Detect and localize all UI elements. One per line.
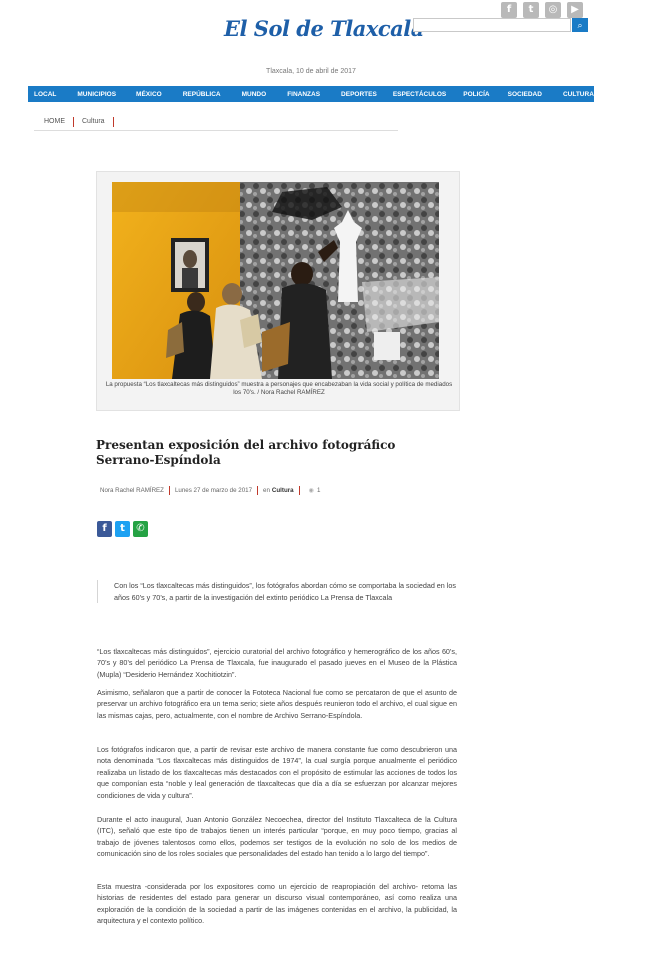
social-links: f t ◎ ▶ [501, 2, 583, 18]
article-title: Presentan exposición del archivo fotográ… [96, 438, 396, 467]
article-lead: Con los “Los tlaxcaltecas más distinguid… [97, 580, 457, 603]
current-date: Tlaxcala, 10 de abril de 2017 [266, 68, 356, 75]
article-meta: Nora Rachel RAMÍREZ Lunes 27 de marzo de… [100, 486, 320, 495]
share-buttons: f t ✆ [97, 521, 148, 537]
nav-item-cultura[interactable]: CULTURA [563, 91, 594, 98]
twitter-icon[interactable]: t [523, 2, 539, 18]
nav-item-municipios[interactable]: MUNICIPIOS [77, 91, 116, 98]
article-photo[interactable] [112, 182, 439, 379]
meta-divider [298, 486, 300, 495]
nav-item-local[interactable]: LOCAL [34, 91, 56, 98]
breadcrumb: HOME Cultura [34, 113, 398, 131]
nav-item-policia[interactable]: POLICÍA [463, 91, 489, 98]
nav-item-opinion[interactable]: OPINIÓN [614, 91, 641, 98]
breadcrumb-home[interactable]: HOME [44, 118, 65, 125]
meta-divider [257, 486, 259, 495]
search-input[interactable] [413, 18, 571, 32]
article-author[interactable]: Nora Rachel RAMÍREZ [100, 487, 164, 494]
search-button[interactable]: ⌕ [572, 18, 588, 32]
nav-item-espectaculos[interactable]: ESPECTÁCULOS [393, 91, 446, 98]
nav-item-republica[interactable]: REPÚBLICA [183, 91, 221, 98]
nav-item-deportes[interactable]: DEPORTES [341, 91, 377, 98]
facebook-share-icon[interactable]: f [97, 521, 112, 537]
search-icon: ⌕ [577, 20, 583, 30]
breadcrumb-divider [112, 116, 114, 127]
search-bar: ⌕ [413, 18, 588, 32]
breadcrumb-divider [73, 116, 74, 127]
nav-item-mundo[interactable]: MUNDO [242, 91, 267, 98]
instagram-icon[interactable]: ◎ [545, 2, 561, 18]
photo-caption: La propuesta “Los tlaxcaltecas más disti… [105, 381, 453, 396]
article-paragraph: Durante el acto inaugural, Juan Antonio … [97, 815, 457, 859]
nav-item-finanzas[interactable]: FINANZAS [287, 91, 320, 98]
nav-item-mexico[interactable]: MÉXICO [136, 91, 162, 98]
article-in-label: en [263, 487, 270, 494]
comments-icon[interactable]: ◉ [309, 487, 314, 494]
article-paragraph: Los fotógrafos indicaron que, a partir d… [97, 745, 457, 800]
youtube-icon[interactable]: ▶ [567, 2, 583, 18]
article-media: La propuesta “Los tlaxcaltecas más disti… [96, 171, 460, 411]
site-logo[interactable]: El Sol de Tlaxcala [224, 16, 424, 41]
article-category[interactable]: Cultura [272, 487, 294, 494]
nav-item-sociedad[interactable]: SOCIEDAD [508, 91, 542, 98]
breadcrumb-section[interactable]: Cultura [82, 118, 105, 125]
main-nav: LOCAL MUNICIPIOS MÉXICO REPÚBLICA MUNDO … [28, 86, 641, 102]
whatsapp-share-icon[interactable]: ✆ [133, 521, 148, 537]
meta-divider [168, 486, 170, 495]
facebook-icon[interactable]: f [501, 2, 517, 18]
article-paragraph: Asimismo, señalaron que a partir de cono… [97, 688, 457, 720]
article-paragraph: Esta muestra -considerada por los exposi… [97, 882, 457, 926]
twitter-share-icon[interactable]: t [115, 521, 130, 537]
article-paragraph: “Los tlaxcaltecas más distinguidos”, eje… [97, 647, 457, 679]
comments-count[interactable]: 1 [317, 487, 320, 494]
exhibition-photo [112, 182, 439, 379]
article-date: Lunes 27 de marzo de 2017 [174, 487, 253, 494]
